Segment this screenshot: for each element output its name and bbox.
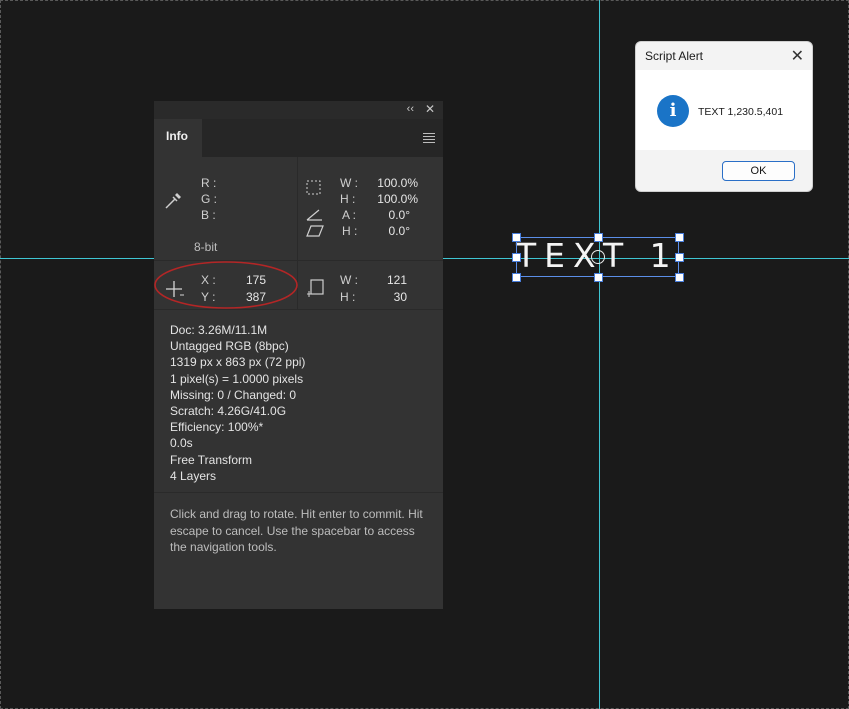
transform-handle-bottom-left[interactable] [512,273,521,282]
angle-icon [306,209,322,221]
transform-handle-left[interactable] [512,253,521,262]
close-icon[interactable]: ✕ [425,102,435,116]
bit-depth: 8-bit [194,240,218,254]
doc-info-line: 1 pixel(s) = 1.0000 pixels [170,371,304,386]
transform-handle-top-right[interactable] [675,233,684,242]
transform-a-value: 0.0° [388,208,410,222]
size-w-label: W : [340,273,358,287]
eyedropper-icon [165,193,181,209]
ok-button[interactable]: OK [722,161,795,181]
doc-info-line: 1319 px x 863 px (72 ppi) [170,355,306,370]
doc-info-line: 4 Layers [170,468,217,483]
doc-info-line: 0.0s [170,436,193,451]
close-icon[interactable]: ✕ [791,46,804,66]
dialog-title: Script Alert [645,49,704,63]
tool-hint: Click and drag to rotate. Hit enter to c… [170,507,423,554]
skew-h-value: 0.0° [388,224,410,238]
transform-handle-top-left[interactable] [512,233,521,242]
doc-info-line: Scratch: 4.26G/41.0G [170,404,287,419]
skew-icon [306,225,324,237]
size-w-value: 121 [386,273,407,287]
info-icon: i [657,95,689,127]
alert-message: TEXT 1,230.5,401 [698,106,784,118]
info-panel: ‹‹ ✕ Info R : G : B : 8-bit W : 100.0% H… [154,101,443,609]
b-label: B : [201,208,216,222]
panel-tab-bar: Info [154,119,443,157]
doc-info-line: Missing: 0 / Changed: 0 [170,387,297,402]
size-h-label: H : [340,290,356,304]
transform-a-label: A : [342,208,357,222]
highlight-ellipse [154,261,298,309]
tab-info[interactable]: Info [154,119,202,157]
reference-point-icon[interactable] [591,250,605,264]
doc-info-line: Free Transform [170,452,253,467]
bounding-size-icon [307,279,324,297]
transform-handle-bottom-right[interactable] [675,273,684,282]
skew-h-label: H : [342,224,358,238]
collapse-icon[interactable]: ‹‹ [407,103,414,115]
script-alert-dialog: Script Alert ✕ i TEXT 1,230.5,401 OK [635,41,813,192]
g-label: G : [201,192,218,206]
r-label: R : [201,176,217,190]
doc-info-line: Untagged RGB (8bpc) [170,339,289,354]
transform-w-label: W : [340,176,358,190]
selection-size-icon [306,180,321,195]
transform-h-value: 100.0% [377,192,418,206]
doc-info-line: Doc: 3.26M/11.1M [170,323,268,337]
doc-info-line: Efficiency: 100%* [170,420,264,435]
transform-h-label: H : [340,192,356,206]
divider [154,492,443,493]
transform-handle-top[interactable] [594,233,603,242]
panel-menu-icon[interactable] [423,133,435,145]
size-h-value: 30 [393,290,407,304]
panel-title-bar: ‹‹ ✕ [154,101,443,119]
document-info: Doc: 3.26M/11.1M Untagged RGB (8bpc) 131… [170,322,430,484]
vertical-guide[interactable] [599,0,600,709]
transform-w-value: 100.0% [377,176,418,190]
transform-handle-bottom[interactable] [594,273,603,282]
transform-handle-right[interactable] [675,253,684,262]
